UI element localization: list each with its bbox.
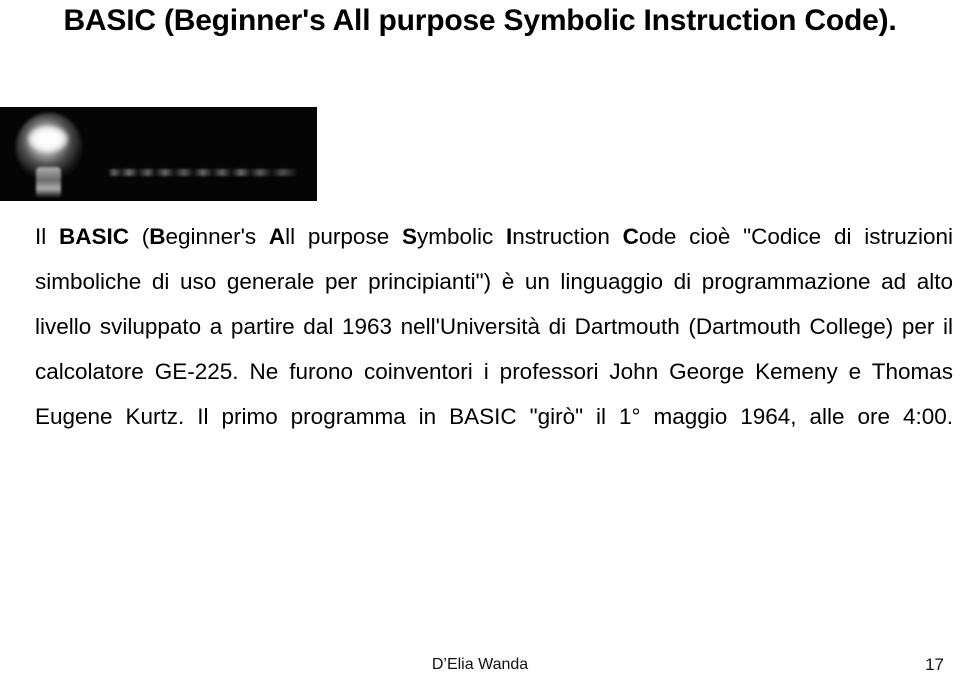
body-text-after-b: eginner's [165, 224, 269, 249]
body-text-after-a: ll purpose [285, 224, 402, 249]
body-text-after-i: nstruction [512, 224, 623, 249]
body-text-letter-b: B [149, 224, 166, 249]
body-paragraph: Il BASIC (Beginner's All purpose Symboli… [35, 214, 953, 484]
body-text-after-s: ymbolic [416, 224, 507, 249]
page-number: 17 [925, 655, 944, 674]
lightbulb-base [36, 167, 61, 197]
body-text-letter-c: C [622, 224, 639, 249]
lightbulb-icon [12, 109, 86, 201]
body-text: Il BASIC (Beginner's All purpose Symboli… [35, 214, 953, 484]
page-title: BASIC (Beginner's All purpose Symbolic I… [63, 4, 897, 37]
body-text-acronym: BASIC [59, 224, 130, 249]
body-text-remainder: ode cioè "Codice di istruzioni simbolich… [35, 224, 953, 429]
body-text-letter-s: S [401, 224, 417, 249]
body-text-intro: Il [35, 224, 60, 249]
image-caption-illegible [108, 169, 298, 176]
lightbulb-image [0, 107, 317, 201]
body-text-letter-a: A [268, 224, 286, 249]
body-text-open-paren: ( [129, 224, 150, 249]
lightbulb-filament [28, 126, 68, 152]
footer-author: D’Elia Wanda [431, 656, 529, 673]
